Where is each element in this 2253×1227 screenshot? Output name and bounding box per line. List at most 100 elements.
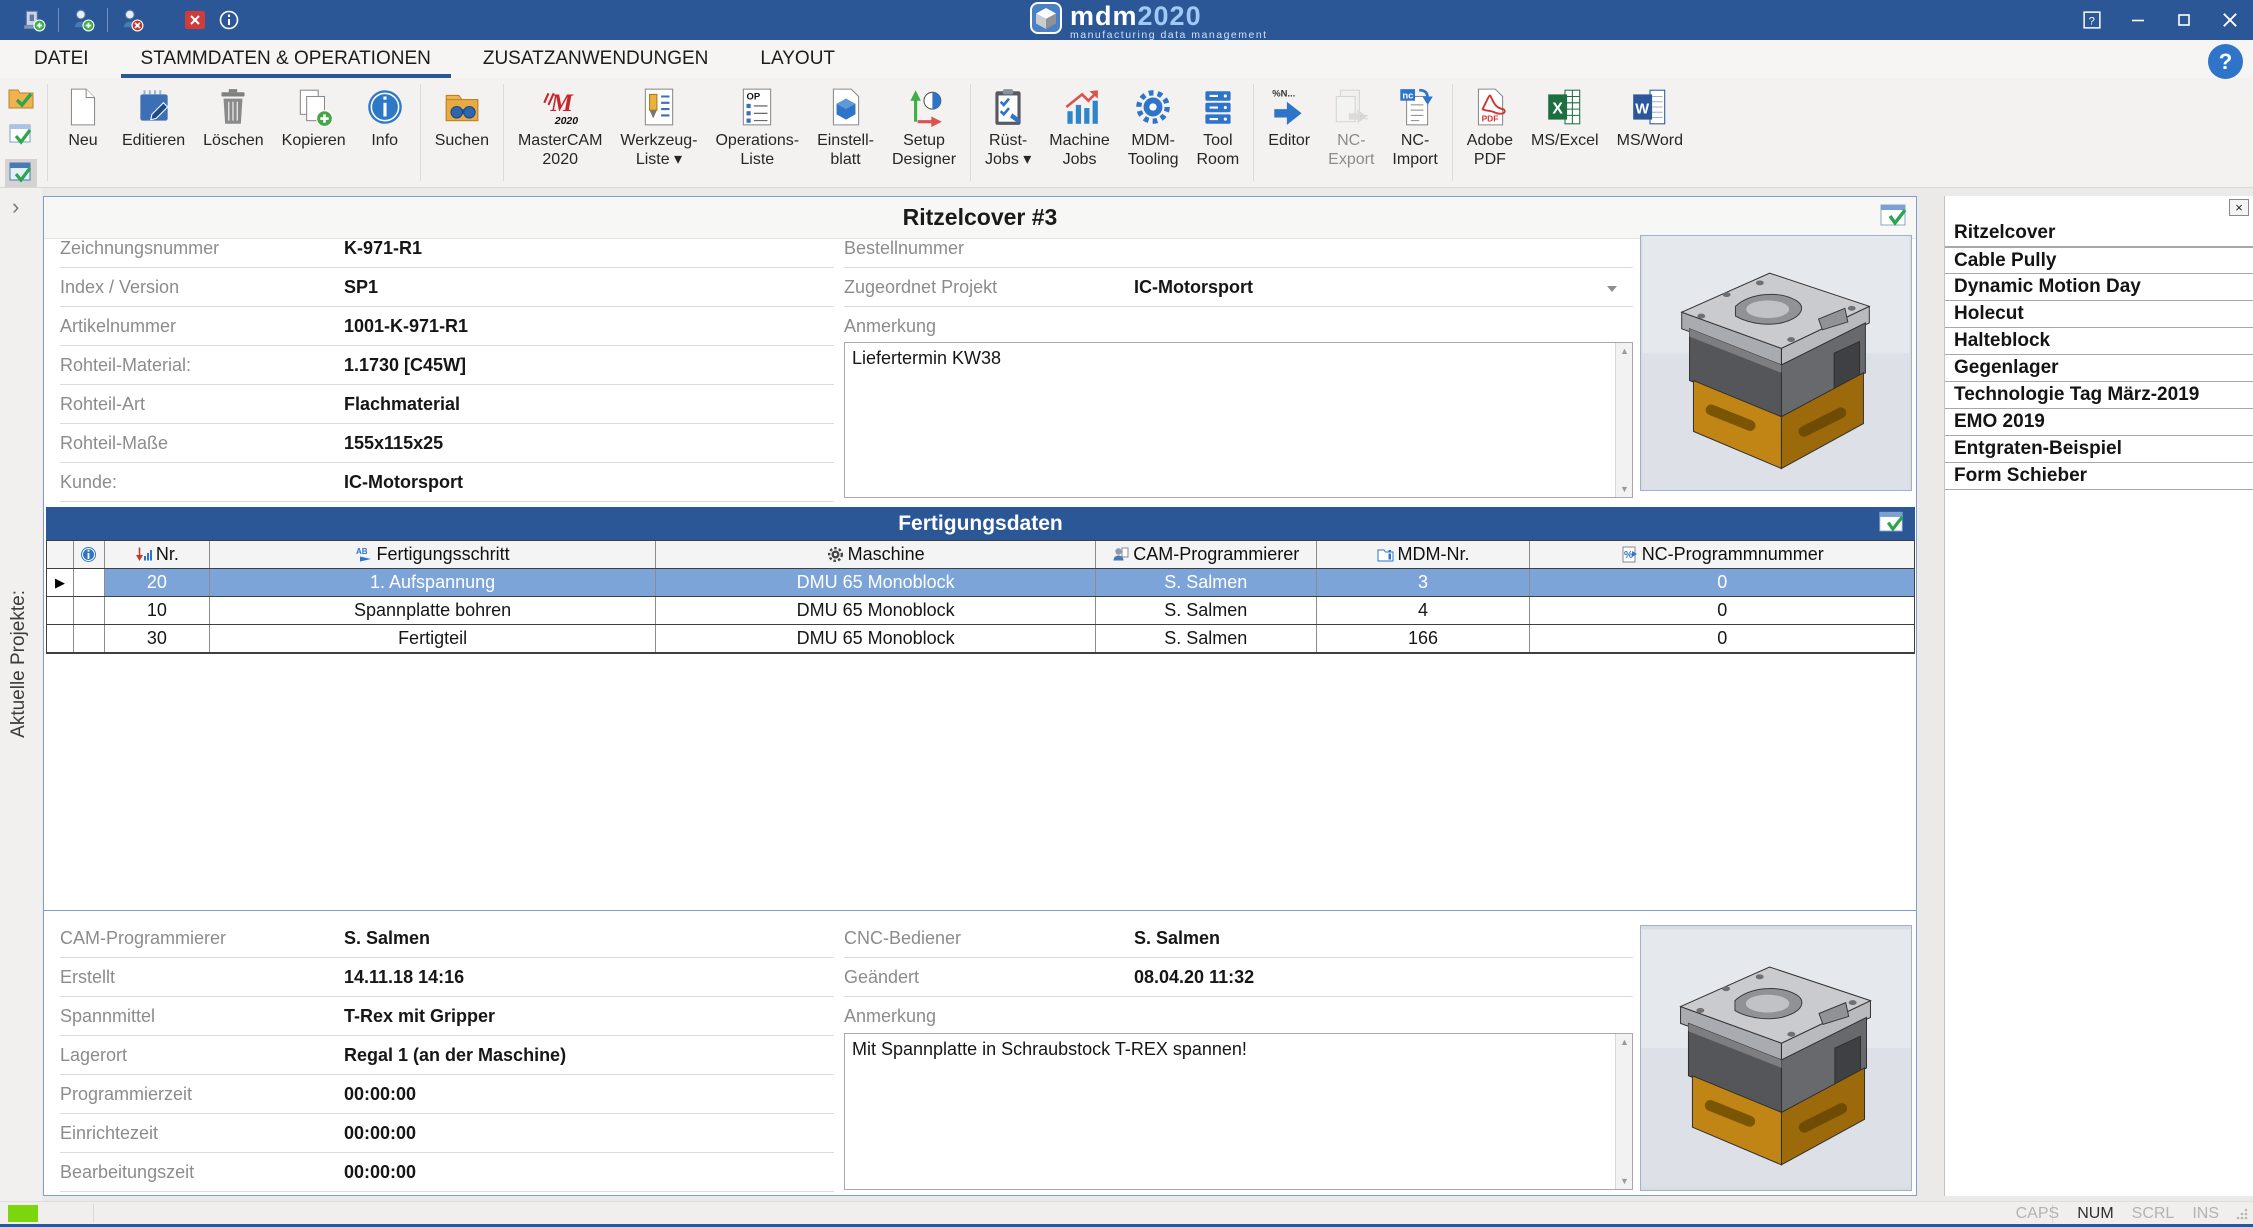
field-row: Einrichtezeit00:00:00: [60, 1115, 834, 1153]
ribbon-button-setup-designer[interactable]: Setup Designer: [883, 78, 965, 187]
ribbon-button-mastercam[interactable]: M2020MasterCAM 2020: [509, 78, 611, 187]
scrollbar[interactable]: ▲▼: [1615, 1034, 1632, 1189]
field-value[interactable]: 08.04.20 11:32: [1134, 967, 1254, 988]
ribbon-button-info[interactable]: Info: [355, 78, 415, 187]
confirm-record-button[interactable]: [1878, 204, 1908, 235]
ribbon-button-werkzeugliste[interactable]: Werkzeug- Liste ▾: [611, 78, 706, 187]
field-value[interactable]: SP1: [344, 277, 378, 298]
column-header-nc-programmnummer[interactable]: %NC-Programmnummer: [1530, 541, 1914, 568]
column-header-fertigungsschritt[interactable]: ABFertigungsschritt: [210, 541, 657, 568]
help-about-button[interactable]: ?: [2083, 11, 2101, 29]
ribbon-button-machinejobs[interactable]: Machine Jobs: [1040, 78, 1118, 187]
document-info-button[interactable]: [218, 9, 240, 31]
ribbon-button-einstellblatt[interactable]: Einstell- blatt: [808, 78, 883, 187]
ribbon-button-ruestjobs[interactable]: Rüst- Jobs ▾: [976, 78, 1040, 187]
project-item[interactable]: Holecut: [1945, 301, 2253, 328]
caps-indicator: CAPS: [2016, 1205, 2060, 1223]
percent-doc-column-icon: %: [1621, 546, 1638, 563]
ribbon-button-mdmtooling[interactable]: MDM- Tooling: [1119, 78, 1188, 187]
field-value[interactable]: 00:00:00: [344, 1162, 416, 1183]
ribbon-button-suchen[interactable]: Suchen: [426, 78, 498, 187]
scroll-down-icon[interactable]: ▼: [1616, 1173, 1633, 1189]
ribbon-button-operationsliste[interactable]: OPOperations- Liste: [706, 78, 808, 187]
tab-layout[interactable]: LAYOUT: [734, 40, 861, 78]
field-value[interactable]: 00:00:00: [344, 1084, 416, 1105]
expand-projects-button[interactable]: ›: [12, 194, 19, 220]
table-row[interactable]: 30 Fertigteil DMU 65 Monoblock S. Salmen…: [47, 625, 1914, 653]
table-row[interactable]: 10 Spannplatte bohren DMU 65 Monoblock S…: [47, 597, 1914, 625]
field-value[interactable]: Flachmaterial: [344, 394, 460, 415]
close-button[interactable]: [2221, 11, 2239, 29]
scroll-down-icon[interactable]: ▼: [1616, 481, 1633, 497]
project-item[interactable]: Form Schieber: [1945, 463, 2253, 490]
ribbon-button-neu[interactable]: Neu: [53, 78, 113, 187]
ribbon-button-msword[interactable]: WMS/Word: [1608, 78, 1692, 187]
field-value[interactable]: 1.1730 [C45W]: [344, 355, 466, 376]
anmerkung-textarea[interactable]: Liefertermin KW38 ▲▼: [844, 342, 1633, 498]
confirm-fertigungsdaten-button[interactable]: [1877, 511, 1905, 541]
project-item[interactable]: Technologie Tag März-2019: [1945, 382, 2253, 409]
ribbon-button-msexcel[interactable]: XMS/Excel: [1522, 78, 1608, 187]
maximize-button[interactable]: [2175, 11, 2193, 29]
project-item[interactable]: Cable Pully: [1945, 247, 2253, 274]
ribbon-button-loeschen[interactable]: Löschen: [194, 78, 273, 187]
close-document-button[interactable]: [184, 9, 206, 31]
field-value[interactable]: K-971-R1: [344, 238, 422, 259]
form-check-button[interactable]: [5, 121, 37, 149]
project-item[interactable]: Entgraten-Beispiel: [1945, 436, 2253, 463]
machine-add-button[interactable]: [22, 8, 46, 32]
field-row: Bearbeitungszeit00:00:00: [60, 1154, 834, 1192]
window-check-icon: [1878, 204, 1908, 230]
project-item[interactable]: Halteblock: [1945, 328, 2253, 355]
person-column-icon: [1112, 546, 1129, 563]
chevron-down-icon[interactable]: [1607, 286, 1617, 292]
active-form-check-button[interactable]: [5, 159, 37, 187]
sidebar-close-button[interactable]: ×: [2229, 199, 2249, 216]
field-row: Programmierzeit00:00:00: [60, 1076, 834, 1114]
project-item[interactable]: Gegenlager: [1945, 355, 2253, 382]
field-value[interactable]: 14.11.18 14:16: [344, 967, 464, 988]
project-item[interactable]: EMO 2019: [1945, 409, 2253, 436]
projekt-dropdown[interactable]: IC-Motorsport: [1134, 277, 1253, 298]
table-row-selected[interactable]: ▶ 20 1. Aufspannung DMU 65 Monoblock S. …: [47, 569, 1914, 597]
tab-zusatzanwendungen[interactable]: ZUSATZANWENDUNGEN: [457, 40, 735, 78]
column-header-cam-programmierer[interactable]: CAM-Programmierer: [1096, 541, 1317, 568]
field-row: Bestellnummer: [844, 230, 1633, 268]
project-item-ritzelcover[interactable]: Ritzelcover: [1945, 220, 2253, 247]
scrollbar[interactable]: ▲▼: [1615, 343, 1632, 497]
column-header-maschine[interactable]: Maschine: [656, 541, 1096, 568]
field-value[interactable]: 00:00:00: [344, 1123, 416, 1144]
ribbon-button-toolroom[interactable]: Tool Room: [1187, 78, 1248, 187]
field-value[interactable]: S. Salmen: [1134, 928, 1220, 949]
column-header-nr[interactable]: Nr.: [105, 541, 210, 568]
field-value[interactable]: 1001-K-971-R1: [344, 316, 468, 337]
field-value[interactable]: T-Rex mit Gripper: [344, 1006, 495, 1027]
project-item[interactable]: Dynamic Motion Day: [1945, 274, 2253, 301]
field-value[interactable]: IC-Motorsport: [344, 472, 463, 493]
row-selector[interactable]: [47, 625, 74, 652]
field-value[interactable]: Regal 1 (an der Maschine): [344, 1045, 566, 1066]
ribbon-button-kopieren[interactable]: Kopieren: [273, 78, 355, 187]
field-value[interactable]: S. Salmen: [344, 928, 430, 949]
tab-datei[interactable]: DATEI: [8, 40, 115, 78]
user-remove-button[interactable]: [120, 8, 144, 32]
minimize-button[interactable]: [2129, 11, 2147, 29]
tab-stammdaten-operationen[interactable]: STAMMDATEN & OPERATIONEN: [115, 40, 457, 78]
ribbon-button-editieren[interactable]: Editieren: [113, 78, 194, 187]
ribbon-button-ncimport[interactable]: ncNC- Import: [1383, 78, 1446, 187]
ribbon-button-editor[interactable]: %N...Editor: [1259, 78, 1319, 187]
row-selector[interactable]: [47, 597, 74, 624]
help-button[interactable]: ?: [2208, 44, 2243, 79]
field-value[interactable]: 155x115x25: [344, 433, 443, 454]
column-header-mdm-nr[interactable]: MDM-Nr.: [1317, 541, 1531, 568]
ribbon-button-adobepdf[interactable]: PDFAdobe PDF: [1458, 78, 1522, 187]
scroll-up-icon[interactable]: ▲: [1616, 343, 1633, 359]
user-add-button[interactable]: [71, 8, 95, 32]
aktuelle-projekte-label[interactable]: Aktuelle Projekte:: [8, 590, 30, 738]
scroll-up-icon[interactable]: ▲: [1616, 1034, 1633, 1050]
anmerkung-details-textarea[interactable]: Mit Spannplatte in Schraubstock T-REX sp…: [844, 1033, 1633, 1190]
project-folder-check-button[interactable]: [5, 84, 37, 112]
menubar: DATEI STAMMDATEN & OPERATIONEN ZUSATZANW…: [0, 40, 2253, 78]
row-selector[interactable]: ▶: [47, 569, 74, 596]
user-remove-icon: [120, 8, 144, 32]
